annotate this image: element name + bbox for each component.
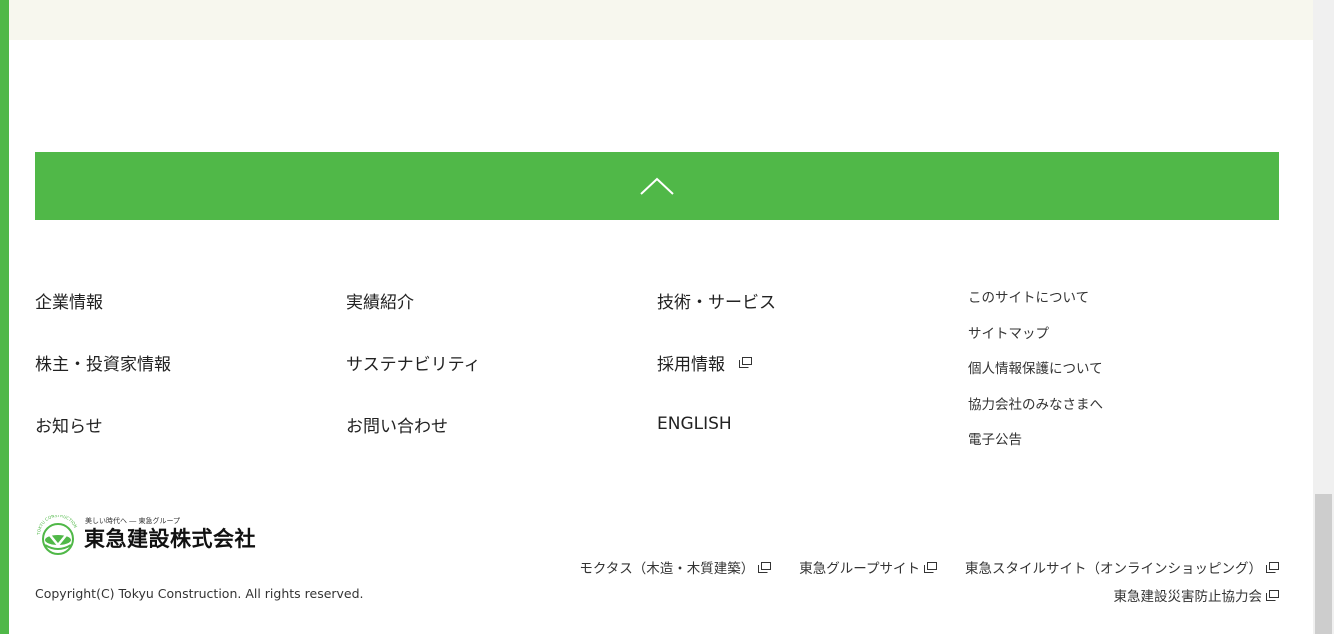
util-link-privacy[interactable]: 個人情報保護について (968, 358, 1103, 380)
ext-link-tokyu-group-label: 東急グループサイト (799, 561, 920, 577)
external-link-icon (1266, 561, 1279, 573)
ext-link-moktas[interactable]: モクタス（木造・木質建築） (579, 557, 772, 577)
nav-link-contact[interactable]: お問い合わせ (346, 410, 481, 438)
nav-link-company[interactable]: 企業情報 (35, 286, 171, 314)
ext-link-tokyu-group[interactable]: 東急グループサイト (799, 557, 937, 577)
external-link-icon (1266, 589, 1279, 601)
util-link-partners[interactable]: 協力会社のみなさまへ (968, 394, 1103, 416)
external-links-row-2: 東急建設災害防止協力会 (1113, 585, 1279, 605)
left-accent-bar (0, 0, 9, 634)
ext-link-tokyu-style-label: 東急スタイルサイト（オンラインショッピング） (965, 561, 1262, 577)
company-logo[interactable]: TOKYU CONSTRUCTION 美しい時代へ ― 東急グループ 東急建設株… (35, 515, 265, 555)
utility-links: このサイトについて サイトマップ 個人情報保護について 協力会社のみなさまへ 電… (968, 287, 1103, 465)
nav-link-technology[interactable]: 技術・サービス (657, 286, 776, 314)
ext-link-moktas-label: モクタス（木造・木質建築） (579, 561, 755, 577)
scrollbar-thumb[interactable] (1315, 494, 1332, 634)
nav-link-sustainability[interactable]: サステナビリティ (346, 348, 481, 376)
util-link-sitemap[interactable]: サイトマップ (968, 323, 1103, 345)
logo-emblem-icon: TOKYU CONSTRUCTION (36, 515, 78, 555)
external-link-icon (758, 561, 772, 573)
page-top-button[interactable] (35, 152, 1279, 220)
external-links: モクタス（木造・木質建築） 東急グループサイト 東急スタイルサイト（オンラインシ… (579, 557, 1279, 577)
external-link-icon (924, 561, 937, 573)
scrollbar[interactable] (1313, 0, 1334, 634)
util-link-about-site[interactable]: このサイトについて (968, 287, 1103, 309)
util-link-e-notice[interactable]: 電子公告 (968, 429, 1103, 451)
nav-link-recruit[interactable]: 採用情報 (657, 348, 776, 376)
ext-link-tokyu-style[interactable]: 東急スタイルサイト（オンラインショッピング） (965, 557, 1279, 577)
external-link-icon (739, 356, 752, 368)
logo-company-name: 東急建設株式会社 (84, 527, 256, 551)
footer-nav-column-3: 技術・サービス 採用情報 ENGLISH (657, 286, 776, 472)
ext-link-safety-council[interactable]: 東急建設災害防止協力会 (1113, 585, 1279, 605)
nav-link-projects[interactable]: 実績紹介 (346, 286, 481, 314)
nav-link-investors[interactable]: 株主・投資家情報 (35, 348, 171, 376)
ext-link-safety-council-label: 東急建設災害防止協力会 (1113, 589, 1263, 605)
nav-link-recruit-label: 採用情報 (657, 354, 725, 375)
chevron-up-icon (640, 177, 674, 195)
nav-link-news[interactable]: お知らせ (35, 410, 171, 438)
top-section-background (9, 0, 1313, 40)
footer-nav-column-1: 企業情報 株主・投資家情報 お知らせ (35, 286, 171, 472)
footer-nav-column-2: 実績紹介 サステナビリティ お問い合わせ (346, 286, 481, 472)
copyright: Copyright(C) Tokyu Construction. All rig… (35, 586, 364, 601)
nav-link-english[interactable]: ENGLISH (657, 410, 776, 438)
